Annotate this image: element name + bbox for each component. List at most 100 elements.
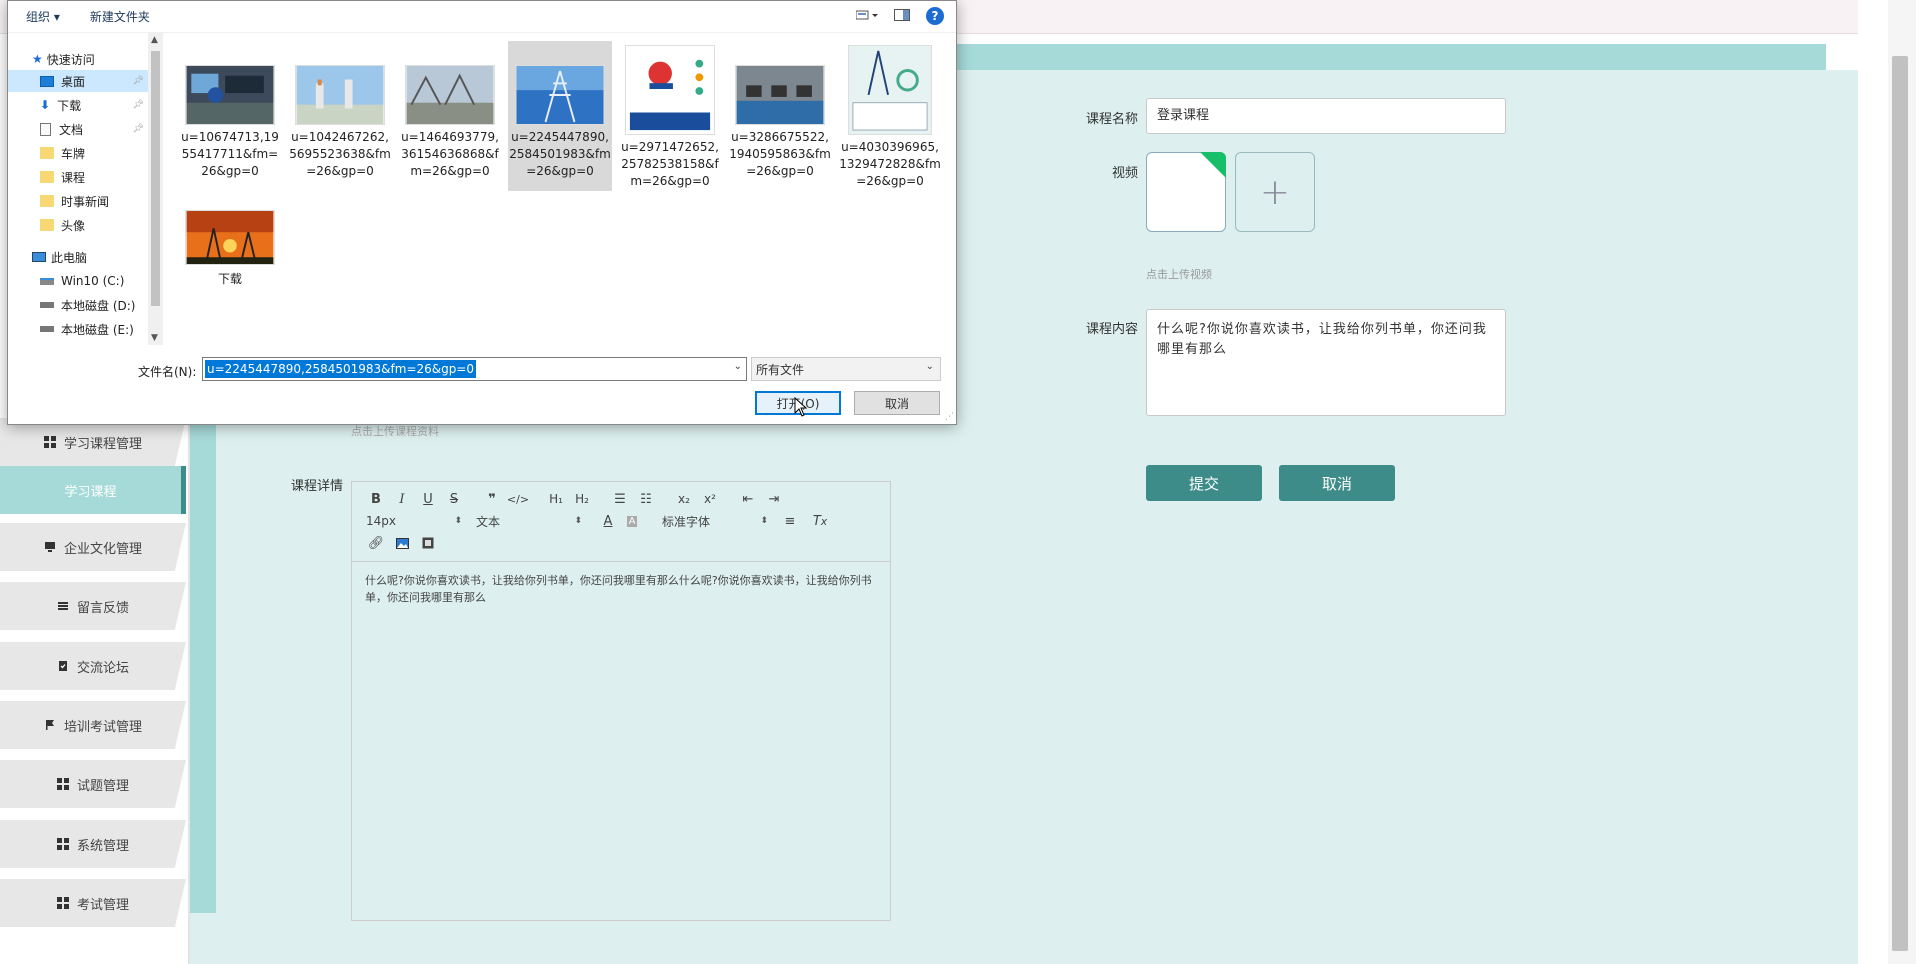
nav-item-news[interactable]: 时事新闻 — [8, 190, 148, 212]
quote-icon[interactable]: ❞ — [480, 489, 504, 509]
organize-menu[interactable]: 组织 ▾ — [26, 8, 60, 25]
scroll-down-icon[interactable]: ▼ — [151, 333, 158, 343]
course-content-textarea[interactable]: 什么呢?你说你喜欢读书，让我给你列书单，你还问我哪里有那么 — [1146, 309, 1506, 416]
indent-icon[interactable]: ⇥ — [762, 489, 786, 509]
cancel-button[interactable]: 取消 — [1279, 465, 1395, 501]
sidebar-item-label: 考试管理 — [76, 897, 129, 913]
file-name: u=10674713,1955417711&fm=26&gp=0 — [181, 130, 279, 178]
subscript-icon[interactable]: x₂ — [672, 489, 696, 509]
sidebar-item-exam-training[interactable]: 培训考试管理 — [0, 701, 186, 749]
sidebar-item-feedback[interactable]: 留言反馈 — [0, 582, 186, 630]
sidebar-item-system[interactable]: 系统管理 — [0, 820, 186, 868]
nav-scrollbar-thumb[interactable] — [151, 51, 160, 306]
filename-input[interactable]: u=2245447890,2584501983&fm=26&gp=0 ⌄ — [202, 357, 747, 381]
drive-icon — [40, 277, 54, 285]
editor-content[interactable]: 什么呢?你说你喜欢读书，让我给你列书单，你还问我哪里有那么什么呢?你说你喜欢读书… — [352, 562, 890, 616]
file-type-filter[interactable]: 所有文件 ⌄ — [751, 357, 941, 381]
file-item[interactable]: u=1464693779,36154636868&fm=26&gp=0 — [398, 41, 502, 191]
nav-drive-c[interactable]: Win10 (C:) — [8, 270, 148, 292]
file-item[interactable]: u=3286675522,1940595863&fm=26&gp=0 — [728, 41, 832, 191]
strike-icon[interactable]: S — [442, 489, 466, 509]
sidebar-item-questions[interactable]: 试题管理 — [0, 760, 186, 808]
material-upload-hint[interactable]: 点击上传课程资料 — [351, 423, 439, 439]
nav-item-plates[interactable]: 车牌 — [8, 142, 148, 164]
nav-item-courses[interactable]: 课程 — [8, 166, 148, 188]
add-video-button[interactable]: + — [1235, 152, 1315, 232]
computer-icon — [32, 252, 46, 262]
h1-icon[interactable]: H₁ — [544, 489, 568, 509]
uploaded-flag-icon — [1200, 152, 1226, 178]
sidebar-item-label: 系统管理 — [76, 838, 129, 854]
file-item[interactable]: u=10674713,1955417711&fm=26&gp=0 — [178, 41, 282, 191]
file-name: 下载 — [217, 272, 242, 286]
font-color-icon[interactable]: A — [596, 511, 620, 531]
nav-item-documents[interactable]: 文档 📌︎ — [8, 118, 148, 140]
ordered-list-icon[interactable]: ☰ — [608, 489, 632, 509]
file-list: u=10674713,1955417711&fm=26&gp=0 u=10424… — [178, 41, 948, 341]
link-icon[interactable]: 🔗︎ — [364, 533, 388, 553]
background-color-icon[interactable]: A — [620, 511, 644, 531]
nav-item-desktop[interactable]: 桌面 📌︎ — [8, 70, 148, 92]
italic-icon[interactable]: I — [390, 489, 414, 509]
sidebar-item-course[interactable]: 学习课程 — [0, 466, 186, 514]
outdent-icon[interactable]: ⇤ — [736, 489, 760, 509]
h2-icon[interactable]: H₂ — [570, 489, 594, 509]
video-icon[interactable] — [416, 533, 440, 553]
underline-icon[interactable]: U — [416, 489, 440, 509]
nav-label: 时事新闻 — [61, 194, 110, 209]
font-size-select[interactable]: 14px ⬍ — [366, 511, 466, 531]
page-scrollbar-thumb[interactable] — [1892, 56, 1908, 951]
nav-item-downloads[interactable]: ⬇ 下载 📌︎ — [8, 94, 148, 116]
nav-label: 快速访问 — [46, 52, 95, 67]
view-options-icon[interactable] — [855, 9, 878, 24]
nav-this-pc[interactable]: 此电脑 — [8, 246, 148, 268]
file-item[interactable]: 下载 — [178, 206, 282, 296]
sidebar-item-forum[interactable]: 交流论坛 — [0, 642, 186, 690]
file-item[interactable]: u=2971472652,25782538158&fm=26&gp=0 — [618, 41, 722, 191]
course-name-input[interactable]: 登录课程 — [1146, 98, 1506, 134]
preview-pane-icon[interactable] — [894, 8, 910, 24]
sidebar-item-exams[interactable]: 考试管理 — [0, 879, 186, 927]
nav-quick-access[interactable]: ★ 快速访问 — [8, 48, 148, 70]
image-icon[interactable] — [390, 533, 414, 553]
dialog-cancel-button[interactable]: 取消 — [854, 391, 940, 415]
sidebar-item-culture[interactable]: 企业文化管理 — [0, 523, 186, 571]
nav-scrollbar[interactable]: ▲ ▼ — [148, 33, 163, 345]
font-size-value: 14px — [366, 514, 396, 528]
bullet-list-icon[interactable]: ☷ — [634, 489, 658, 509]
video-preview[interactable] — [1146, 152, 1226, 232]
clear-format-icon[interactable]: Tx — [808, 511, 832, 531]
page-scrollbar[interactable] — [1888, 0, 1916, 964]
folder-icon — [40, 171, 54, 183]
nav-drive-d[interactable]: 本地磁盘 (D:) — [8, 294, 148, 316]
code-icon[interactable]: </> — [506, 489, 530, 509]
document-icon — [40, 122, 51, 136]
file-item[interactable]: u=1042467262,5695523638&fm=26&gp=0 — [288, 41, 392, 191]
file-item-selected[interactable]: u=2245447890,2584501983&fm=26&gp=0 — [508, 41, 612, 191]
new-folder-button[interactable]: 新建文件夹 — [90, 8, 150, 25]
thumbnail-power-plant — [295, 65, 385, 125]
block-type-select[interactable]: 文本 ⬍ — [476, 511, 586, 531]
chevron-down-icon[interactable]: ⌄ — [734, 361, 742, 372]
nav-label: 本地磁盘 (E:) — [61, 322, 134, 337]
nav-item-avatar[interactable]: 头像 — [8, 214, 148, 236]
nav-label: 此电脑 — [51, 250, 88, 265]
video-upload-hint[interactable]: 点击上传视频 — [1146, 266, 1212, 282]
bold-icon[interactable]: B — [364, 489, 388, 509]
nav-label: 文档 — [59, 122, 84, 137]
sidebar-item-course-management[interactable]: 学习课程管理 — [0, 418, 186, 466]
desktop-icon — [40, 75, 54, 87]
help-icon[interactable]: ? — [926, 7, 944, 25]
folder-icon — [40, 195, 54, 207]
font-family-select[interactable]: 标准字体 ⬍ — [662, 511, 772, 531]
nav-drive-e[interactable]: 本地磁盘 (E:) — [8, 318, 148, 340]
superscript-icon[interactable]: x² — [698, 489, 722, 509]
header-strip — [950, 44, 1826, 70]
file-name: u=3286675522,1940595863&fm=26&gp=0 — [729, 130, 831, 178]
resize-grip-icon[interactable]: ⋰ — [945, 412, 954, 422]
font-family-value: 标准字体 — [662, 514, 711, 529]
file-item[interactable]: u=4030396965,1329472828&fm=26&gp=0 — [838, 41, 942, 191]
scroll-up-icon[interactable]: ▲ — [151, 35, 158, 45]
submit-button[interactable]: 提交 — [1146, 465, 1262, 501]
align-icon[interactable]: ≡ — [778, 511, 802, 531]
